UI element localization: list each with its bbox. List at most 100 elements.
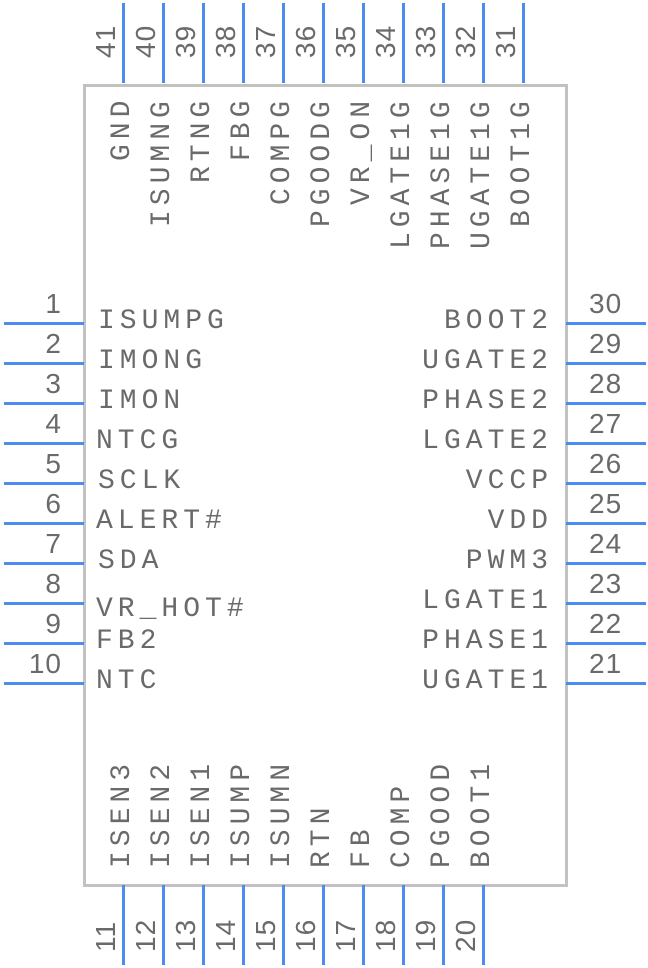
pin-number: 8 bbox=[45, 568, 62, 599]
ic-symbol: 1 ISUMPG 2 IMONG 3 IMON 4 NTCG 5 SCLK 6 ALERT# 7 SDA 8… bbox=[0, 0, 648, 968]
pin-number: 12 bbox=[130, 918, 161, 952]
pin-lead bbox=[442, 885, 445, 965]
pin-lead bbox=[282, 3, 285, 83]
pin-label: COMP bbox=[387, 780, 418, 868]
pin-label: BOOT1G bbox=[507, 96, 538, 227]
pin-lead bbox=[4, 602, 84, 605]
pin-label: BOOT2 bbox=[443, 306, 553, 337]
pin-number: 35 bbox=[330, 24, 361, 58]
pin-lead bbox=[566, 522, 646, 525]
pin-number: 29 bbox=[589, 328, 623, 359]
pin-lead bbox=[566, 362, 646, 365]
pin-label: ISUMN bbox=[267, 758, 298, 868]
pin-number: 25 bbox=[589, 488, 623, 519]
pin-number: 39 bbox=[170, 24, 201, 58]
pin-number: 14 bbox=[210, 918, 241, 952]
pin-lead bbox=[4, 402, 84, 405]
pin-lead bbox=[566, 682, 646, 685]
pin-lead bbox=[4, 442, 84, 445]
pin-lead bbox=[362, 3, 365, 83]
pin-number: 40 bbox=[130, 24, 161, 58]
pin-number: 16 bbox=[290, 918, 321, 952]
pin-lead bbox=[282, 885, 285, 965]
pin-lead bbox=[402, 885, 405, 965]
pin-label: IMONG bbox=[98, 346, 208, 377]
pin-number: 3 bbox=[45, 368, 62, 399]
pin-lead bbox=[322, 3, 325, 83]
pin-number: 26 bbox=[589, 448, 623, 479]
pin-label: COMPG bbox=[267, 95, 298, 205]
pin-number: 21 bbox=[589, 648, 623, 679]
pin-lead bbox=[566, 562, 646, 565]
pin-label: RTN bbox=[307, 802, 338, 868]
pin-number: 24 bbox=[589, 528, 623, 559]
pin-lead bbox=[402, 3, 405, 83]
pin-label: UGATE1G bbox=[467, 96, 498, 249]
pin-lead bbox=[202, 3, 205, 83]
pin-label: ISUMP bbox=[227, 758, 258, 868]
pin-lead bbox=[482, 885, 485, 965]
pin-number: 9 bbox=[45, 608, 62, 639]
pin-number: 1 bbox=[45, 288, 62, 319]
pin-number: 31 bbox=[490, 24, 521, 58]
pin-lead bbox=[4, 322, 84, 325]
pin-label: ISUMNG bbox=[147, 96, 178, 227]
pin-number: 23 bbox=[589, 568, 623, 599]
pin-lead bbox=[4, 522, 84, 525]
pin-label: FBG bbox=[227, 95, 258, 161]
pin-lead bbox=[4, 482, 84, 485]
pin-number: 36 bbox=[290, 24, 321, 58]
pin-number: 7 bbox=[45, 528, 62, 559]
pin-lead bbox=[4, 562, 84, 565]
pin-lead bbox=[522, 3, 525, 83]
pin-number: 11 bbox=[90, 920, 121, 952]
pin-label: SCLK bbox=[98, 466, 186, 497]
pin-lead bbox=[566, 322, 646, 325]
pin-number: 28 bbox=[589, 368, 623, 399]
pin-label: ISUMPG bbox=[98, 306, 229, 337]
pin-lead bbox=[566, 642, 646, 645]
pin-lead bbox=[162, 885, 165, 965]
pin-lead bbox=[122, 3, 125, 83]
pin-number: 33 bbox=[410, 24, 441, 58]
pin-label: VR_ON bbox=[347, 95, 378, 205]
pin-label: PWM3 bbox=[465, 546, 553, 577]
pin-label: VR_HOT# bbox=[96, 594, 249, 625]
pin-label: FB2 bbox=[96, 626, 162, 657]
pin-label: IMON bbox=[98, 386, 186, 417]
pin-number: 2 bbox=[45, 328, 62, 359]
pin-number: 18 bbox=[370, 918, 401, 952]
pin-lead bbox=[242, 3, 245, 83]
pin-number: 13 bbox=[170, 918, 201, 952]
pin-lead bbox=[362, 885, 365, 965]
pin-label: RTNG bbox=[187, 95, 218, 183]
pin-lead bbox=[202, 885, 205, 965]
pin-label: VCCP bbox=[465, 466, 553, 497]
pin-label: FB bbox=[347, 824, 378, 868]
pin-label: VDD bbox=[487, 506, 553, 537]
pin-number: 19 bbox=[410, 918, 441, 952]
pin-label: GND bbox=[107, 95, 138, 161]
pin-number: 41 bbox=[90, 24, 121, 58]
pin-number: 4 bbox=[45, 408, 62, 439]
pin-label: SDA bbox=[98, 546, 164, 577]
pin-label: LGATE1 bbox=[422, 586, 553, 617]
pin-lead bbox=[322, 885, 325, 965]
pin-label: BOOT1 bbox=[467, 758, 498, 868]
pin-number: 37 bbox=[250, 24, 281, 58]
pin-label: PGOOD bbox=[427, 758, 458, 868]
pin-label: UGATE2 bbox=[422, 346, 553, 377]
pin-lead bbox=[566, 482, 646, 485]
pin-label: PHASE2 bbox=[422, 386, 553, 417]
pin-label: NTCG bbox=[96, 426, 184, 457]
pin-label: ALERT# bbox=[96, 506, 227, 537]
pin-label: ISEN3 bbox=[107, 758, 138, 868]
pin-lead bbox=[122, 885, 125, 965]
pin-number: 6 bbox=[45, 488, 62, 519]
pin-number: 5 bbox=[45, 448, 62, 479]
pin-lead bbox=[162, 3, 165, 83]
pin-number: 22 bbox=[589, 608, 623, 639]
pin-lead bbox=[482, 3, 485, 83]
pin-number: 17 bbox=[330, 918, 361, 952]
pin-label: ISEN2 bbox=[147, 758, 178, 868]
